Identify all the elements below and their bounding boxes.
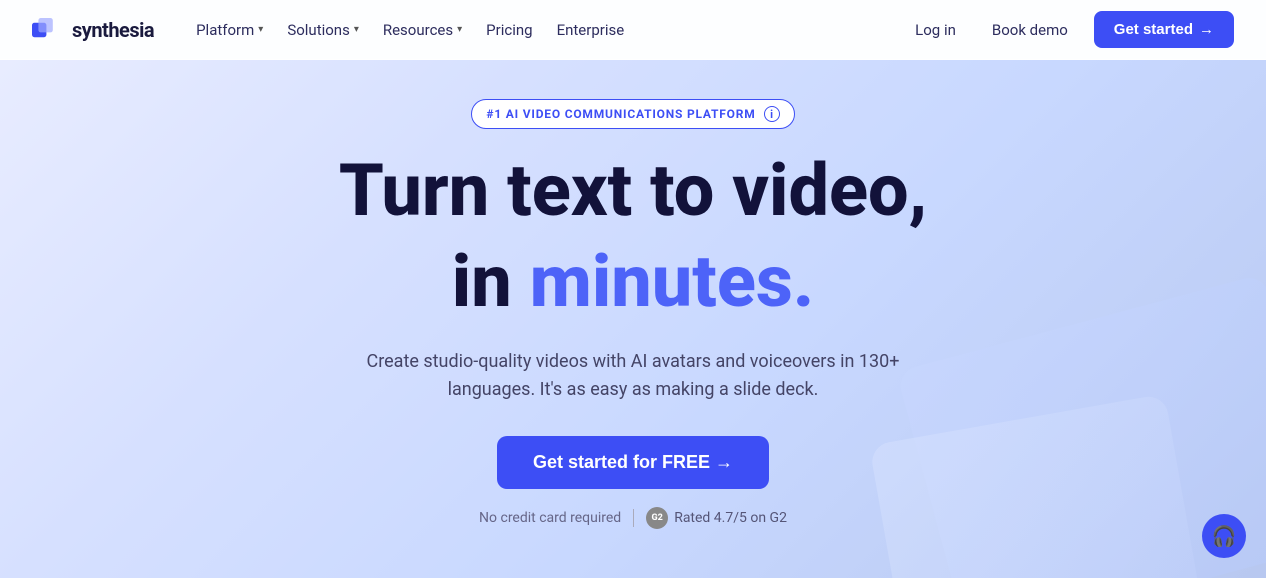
logo[interactable]: synthesia (32, 18, 154, 42)
nav-links: Platform ▾ Solutions ▾ Resources ▾ Prici… (186, 15, 634, 45)
divider (633, 509, 634, 527)
logo-text: synthesia (72, 18, 154, 42)
hero-title-line1: Turn text to video, (339, 153, 927, 229)
badge-text: #1 AI VIDEO COMMUNICATIONS PLATFORM (486, 107, 755, 121)
platform-chevron-icon: ▾ (258, 24, 263, 35)
hero-footer-note: No credit card required G2 Rated 4.7/5 o… (479, 507, 787, 529)
resources-chevron-icon: ▾ (457, 24, 462, 35)
hero-title-line2: in minutes. (452, 239, 814, 324)
nav-right: Log in Book demo Get started → (905, 11, 1234, 48)
logo-icon (32, 18, 64, 42)
nav-solutions[interactable]: Solutions ▾ (277, 15, 369, 45)
navbar: synthesia Platform ▾ Solutions ▾ Resourc… (0, 0, 1266, 60)
login-button[interactable]: Log in (905, 15, 966, 45)
hero-badge: #1 AI VIDEO COMMUNICATIONS PLATFORM i (471, 99, 794, 129)
hero-cta-button[interactable]: Get started for FREE → (497, 436, 769, 489)
headphones-icon: 🎧 (1212, 524, 1237, 548)
nav-resources[interactable]: Resources ▾ (373, 15, 472, 45)
nav-left: synthesia Platform ▾ Solutions ▾ Resourc… (32, 15, 634, 45)
g2-badge: G2 Rated 4.7/5 on G2 (646, 507, 787, 529)
no-credit-card-text: No credit card required (479, 510, 621, 526)
nav-platform[interactable]: Platform ▾ (186, 15, 273, 45)
g2-rating-text: Rated 4.7/5 on G2 (674, 510, 787, 526)
book-demo-button[interactable]: Book demo (982, 15, 1078, 45)
arrow-icon: → (1199, 21, 1214, 38)
hero-subtitle: Create studio-quality videos with AI ava… (353, 348, 913, 404)
nav-enterprise[interactable]: Enterprise (547, 15, 635, 45)
hero-section: #1 AI VIDEO COMMUNICATIONS PLATFORM i Tu… (0, 60, 1266, 578)
hero-highlight: minutes. (530, 239, 815, 324)
g2-icon: G2 (646, 507, 668, 529)
badge-info-icon[interactable]: i (764, 106, 780, 122)
get-started-button[interactable]: Get started → (1094, 11, 1234, 48)
nav-pricing[interactable]: Pricing (476, 15, 542, 45)
support-button[interactable]: 🎧 (1202, 514, 1246, 558)
solutions-chevron-icon: ▾ (354, 24, 359, 35)
